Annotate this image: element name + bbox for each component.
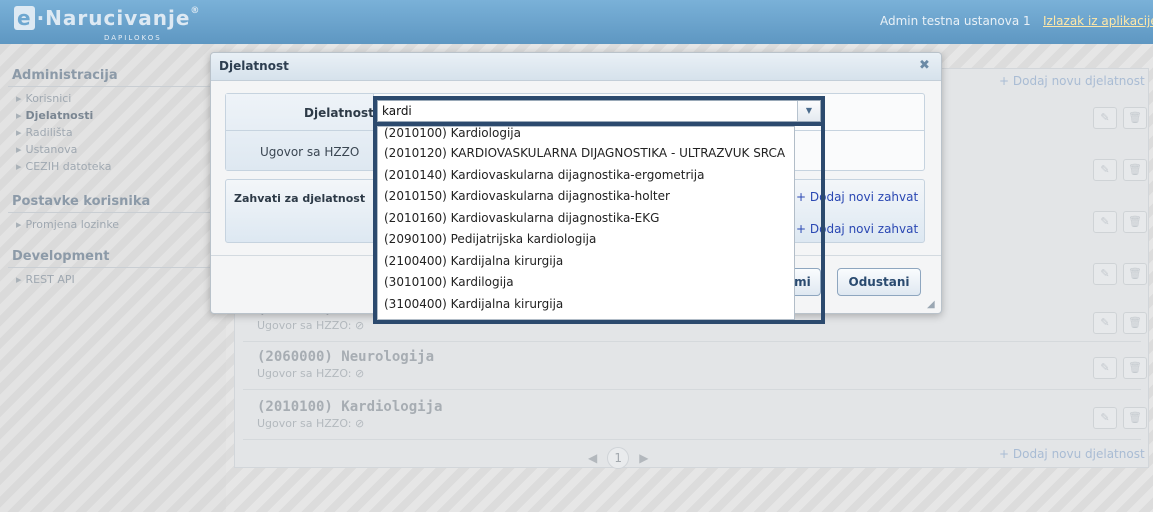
app-logo[interactable]: e ·Narucivanje® [14,6,200,30]
dropdown-option[interactable]: (3100400) Kardijalna kirurgija [378,294,794,316]
sidebar-section-administracija: Administracija [12,68,118,83]
sidebar-item-rest-api[interactable]: REST API [16,273,75,286]
delete-icon[interactable]: 🗑 [1123,263,1147,285]
sidebar-section-development: Development [12,249,110,264]
edit-icon[interactable]: ✎ [1093,159,1117,181]
delete-icon[interactable]: 🗑 [1123,407,1147,429]
delete-icon[interactable]: 🗑 [1123,357,1147,379]
row-divider [243,439,1141,440]
dropdown-option[interactable]: (2010150) Kardiovaskularna dijagnostika-… [378,186,794,208]
delete-icon[interactable]: 🗑 [1123,312,1147,334]
dropdown-option[interactable]: (2090100) Pedijatrijska kardiologija [378,229,794,251]
row-actions: ✎ 🗑 [1093,211,1147,233]
logo-mark: e [14,6,35,30]
row-actions: ✎ 🗑 [1093,357,1147,379]
row-actions: ✎ 🗑 [1093,263,1147,285]
sidebar-divider [8,212,218,213]
sidebar-divider [8,86,218,87]
current-user-label: Admin testna ustanova 1 [880,14,1031,28]
dropdown-option[interactable]: (2100400) Kardijalna kirurgija [378,251,794,273]
sidebar-item-promjena-lozinke[interactable]: Promjena lozinke [16,218,120,231]
sidebar-item-korisnici[interactable]: Korisnici [16,92,72,105]
row-actions: ✎ 🗑 [1093,312,1147,334]
pager-next-icon[interactable]: ▶ [639,451,648,465]
add-djelatnost-link-top[interactable]: + Dodaj novu djelatnost [999,74,1145,88]
add-djelatnost-link-bottom[interactable]: + Dodaj novu djelatnost [999,447,1145,461]
edit-icon[interactable]: ✎ [1093,263,1117,285]
chevron-down-icon[interactable]: ▼ [797,101,820,121]
ugovor-hzzo-label: Ugovor sa HZZO [260,145,360,159]
sidebar-item-radilista[interactable]: Radilišta [16,126,73,139]
djelatnost-row-ugovor: Ugovor sa HZZO: ⊘ [257,417,365,430]
pagination: ◀ 1 ▶ [588,447,648,469]
logo-text: ·Narucivanje [36,6,191,30]
dropdown-option[interactable]: (2010140) Kardiovaskularna dijagnostika-… [378,165,794,187]
pager-page[interactable]: 1 [607,447,630,469]
cancel-button[interactable]: Odustani [837,268,921,296]
djelatnost-combo-input[interactable]: kardi [377,100,821,122]
djelatnost-row-title: (2060000) Neurologija [257,349,435,365]
row-actions: ✎ 🗑 [1093,407,1147,429]
zahvati-title: Zahvati za djelatnost [234,192,366,205]
edit-icon[interactable]: ✎ [1093,312,1117,334]
sidebar-divider [8,267,218,268]
djelatnost-label: Djelatnost [304,106,374,120]
sidebar: Administracija Korisnici Djelatnosti Rad… [0,44,226,512]
edit-icon[interactable]: ✎ [1093,211,1117,233]
dialog-titlebar[interactable]: Djelatnost ✖ [211,53,941,81]
pager-prev-icon[interactable]: ◀ [588,451,597,465]
logo-suffix: ® [190,6,201,16]
edit-icon[interactable]: ✎ [1093,107,1117,129]
delete-icon[interactable]: 🗑 [1123,107,1147,129]
delete-icon[interactable]: 🗑 [1123,159,1147,181]
djelatnost-row-ugovor: Ugovor sa HZZO: ⊘ [257,319,365,332]
sidebar-item-cezih-datoteka[interactable]: CEZIH datoteka [16,160,112,173]
close-icon[interactable]: ✖ [919,58,930,73]
dropdown-option[interactable]: (2010160) Kardiovaskularna dijagnostika-… [378,208,794,230]
dropdown-option[interactable]: (2010120) KARDIOVASKULARNA DIJAGNOSTIKA … [378,143,794,165]
sidebar-section-postavke: Postavke korisnika [12,194,151,209]
djelatnost-row-ugovor: Ugovor sa HZZO: ⊘ [257,367,365,380]
row-divider [243,341,1141,342]
edit-icon[interactable]: ✎ [1093,407,1117,429]
djelatnost-row-title: (2010100) Kardiologija [257,399,443,415]
djelatnost-dropdown-list: (2010100) Kardiologija (2010120) KARDIOV… [377,126,795,320]
dropdown-option[interactable]: (3010100) Kardilogija [378,272,794,294]
sidebar-item-ustanova[interactable]: Ustanova [16,143,78,156]
dropdown-option[interactable]: (2010100) Kardiologija [378,127,794,143]
sidebar-item-djelatnosti[interactable]: Djelatnosti [16,109,94,122]
row-actions: ✎ 🗑 [1093,107,1147,129]
dialog-title: Djelatnost [219,59,289,73]
edit-icon[interactable]: ✎ [1093,357,1117,379]
row-divider [243,389,1141,390]
row-actions: ✎ 🗑 [1093,159,1147,181]
resize-grip-icon[interactable]: ◢ [927,299,935,310]
logout-link[interactable]: Izlazak iz aplikacije [1043,14,1153,28]
delete-icon[interactable]: 🗑 [1123,211,1147,233]
app-header: e ·Narucivanje® DAPILOKOS Admin testna us… [0,0,1153,44]
logo-subtitle: DAPILOKOS [104,34,162,42]
